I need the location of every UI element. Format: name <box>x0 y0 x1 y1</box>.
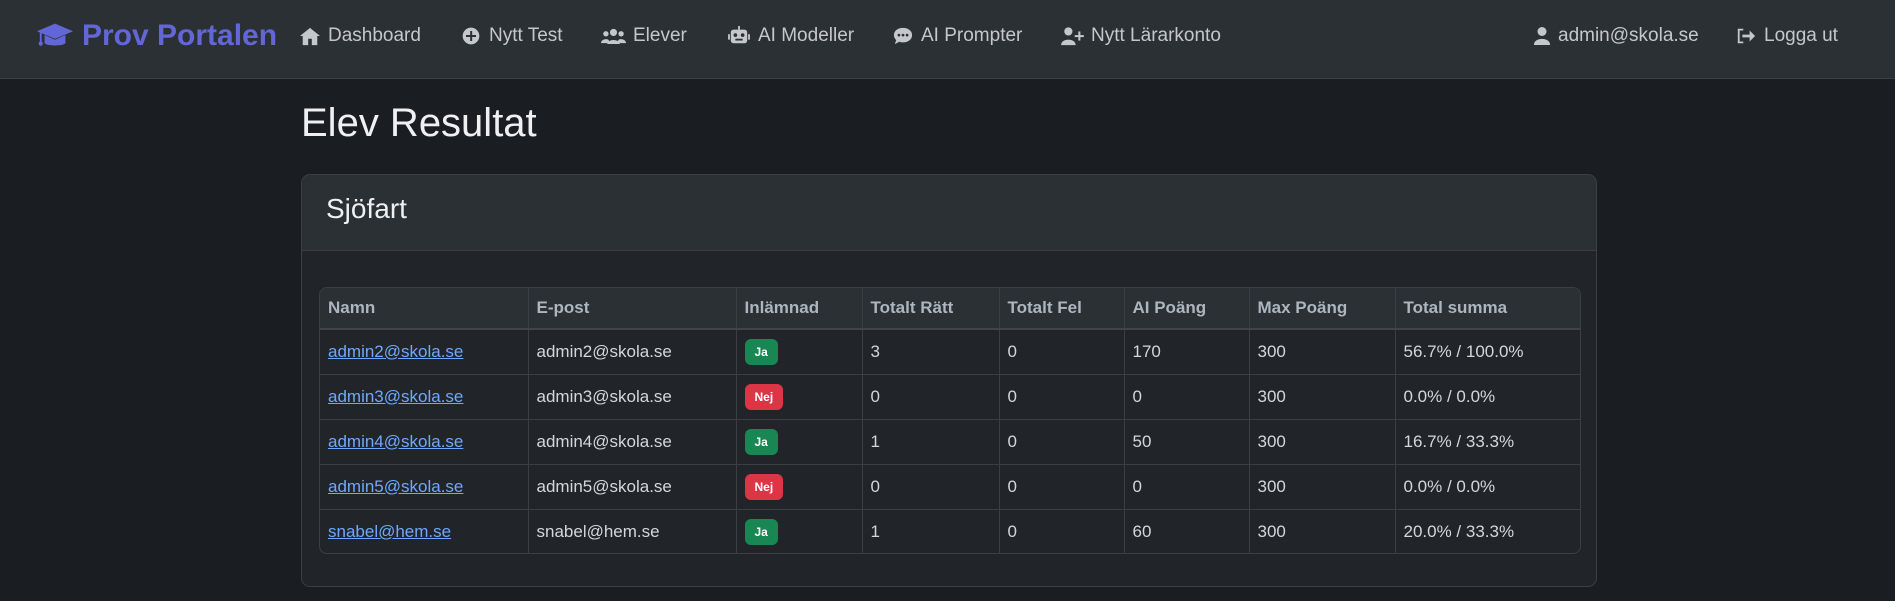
table-row: admin4@skola.se admin4@skola.se Ja 1 0 5… <box>320 418 1580 464</box>
nav-user[interactable]: admin@skola.se <box>1533 22 1699 50</box>
results-card: Sjöfart Namn E-post Inlämnad Totalt Rätt… <box>301 174 1597 587</box>
cell-submitted: Ja <box>736 508 863 553</box>
column-header-inlamnad: Inlämnad <box>736 288 863 330</box>
cell-name: admin2@skola.se <box>320 329 529 374</box>
home-icon <box>300 27 320 46</box>
table-row: admin2@skola.se admin2@skola.se Ja 3 0 1… <box>320 329 1580 374</box>
submitted-badge: Ja <box>744 428 778 455</box>
cell-total: 56.7% / 100.0% <box>1403 341 1524 361</box>
table-row: admin3@skola.se admin3@skola.se Nej 0 0 … <box>320 373 1580 419</box>
table-header-row: Namn E-post Inlämnad Totalt Rätt Totalt … <box>320 288 1580 330</box>
nav-item-label: Elever <box>633 25 687 46</box>
cell-submitted: Ja <box>736 329 863 374</box>
brand-link[interactable]: Prov Portalen <box>36 18 277 54</box>
column-header-e-post: E-post <box>528 288 737 330</box>
users-icon <box>601 28 626 45</box>
card-title: Sjöfart <box>302 175 1596 251</box>
submitted-badge: Ja <box>744 518 778 545</box>
student-link[interactable]: admin2@skola.se <box>328 342 463 361</box>
cell-ai-points: 170 <box>1124 329 1250 374</box>
comment-dots-icon <box>893 27 913 45</box>
column-header-totalt-fel: Totalt Fel <box>999 288 1125 330</box>
nav-item-nytt-test[interactable]: Nytt Test <box>460 22 563 50</box>
logout-link[interactable]: Logga ut <box>1735 22 1838 50</box>
cell-email: admin3@skola.se <box>528 373 737 419</box>
student-link[interactable]: admin5@skola.se <box>328 477 463 496</box>
nav-item-nytt-lararkonto[interactable]: Nytt Lärarkonto <box>1060 22 1221 50</box>
cell-wrong: 0 <box>999 329 1125 374</box>
cell-total: 0.0% / 0.0% <box>1395 463 1580 509</box>
cell-email: admin4@skola.se <box>528 418 737 464</box>
plus-circle-icon <box>462 27 480 45</box>
column-header-total-summa: Total summa <box>1395 288 1580 330</box>
page-title: Elev Resultat <box>301 101 537 145</box>
cell-submitted: Nej <box>736 373 863 419</box>
table-row: admin5@skola.se admin5@skola.se Nej 0 0 … <box>320 463 1580 509</box>
cell-correct: 0 <box>862 373 1000 419</box>
column-header-max-poang: Max Poäng <box>1249 288 1396 330</box>
cell-email: admin2@skola.se <box>528 329 737 374</box>
cell-max-points: 300 <box>1249 373 1396 419</box>
cell-submitted: Nej <box>736 463 863 509</box>
nav-item-label: AI Modeller <box>758 25 855 46</box>
logout-label: Logga ut <box>1764 25 1838 46</box>
cell-correct: 3 <box>862 329 1000 374</box>
table-row: snabel@hem.se snabel@hem.se Ja 1 0 60 30… <box>320 508 1580 553</box>
cell-wrong: 0 <box>999 373 1125 419</box>
submitted-badge: Nej <box>744 383 784 410</box>
cell-wrong: 0 <box>999 418 1125 464</box>
cell-total: 16.7% / 33.3% <box>1395 418 1580 464</box>
cell-submitted: Ja <box>736 418 863 464</box>
student-link[interactable]: admin3@skola.se <box>328 387 463 406</box>
cell-max-points: 300 <box>1249 463 1396 509</box>
cell-total: 20.0% / 33.3% <box>1395 508 1580 553</box>
user-icon <box>1533 27 1551 45</box>
robot-icon <box>728 26 750 44</box>
cell-ai-points: 0 <box>1124 373 1250 419</box>
cell-total: 0.0% / 0.0% <box>1395 373 1580 419</box>
cell-correct: 1 <box>862 418 1000 464</box>
nav-item-label: Nytt Test <box>489 25 563 46</box>
cell-name: admin5@skola.se <box>320 463 529 509</box>
cell-max-points: 300 <box>1249 329 1396 374</box>
column-header-totalt-ratt: Totalt Rätt <box>862 288 1000 330</box>
results-table: Namn E-post Inlämnad Totalt Rätt Totalt … <box>320 288 1580 553</box>
nav-item-label: AI Prompter <box>921 25 1023 46</box>
cell-max-points: 300 <box>1249 508 1396 553</box>
cell-wrong: 0 <box>999 508 1125 553</box>
nav-item-dashboard[interactable]: Dashboard <box>299 22 421 50</box>
cell-name: admin3@skola.se <box>320 373 529 419</box>
cell-email: snabel@hem.se <box>528 508 737 553</box>
cell-ai-points: 60 <box>1124 508 1250 553</box>
column-header-ai-poang: AI Poäng <box>1124 288 1250 330</box>
sign-out-icon <box>1737 28 1756 44</box>
cell-wrong: 0 <box>999 463 1125 509</box>
nav-item-elever[interactable]: Elever <box>601 22 687 50</box>
nav-item-label: Dashboard <box>328 25 421 46</box>
top-navbar: Prov Portalen Dashboard Nytt Test Elever <box>0 0 1895 79</box>
nav-item-ai-prompter[interactable]: AI Prompter <box>892 22 1022 50</box>
nav-user-label: admin@skola.se <box>1558 25 1699 46</box>
cell-name: admin4@skola.se <box>320 418 529 464</box>
column-header-namn: Namn <box>320 288 529 330</box>
student-link[interactable]: snabel@hem.se <box>328 522 451 541</box>
cell-correct: 1 <box>862 508 1000 553</box>
student-link[interactable]: admin4@skola.se <box>328 432 463 451</box>
submitted-badge: Nej <box>744 473 784 500</box>
user-plus-icon <box>1061 27 1084 46</box>
graduation-cap-icon <box>36 23 74 46</box>
cell-ai-points: 50 <box>1124 418 1250 464</box>
cell-ai-points: 0 <box>1124 463 1250 509</box>
submitted-badge: Ja <box>744 338 778 365</box>
results-table-container: Namn E-post Inlämnad Totalt Rätt Totalt … <box>319 287 1581 554</box>
cell-name: snabel@hem.se <box>320 508 529 553</box>
cell-email: admin5@skola.se <box>528 463 737 509</box>
brand-label: Prov Portalen <box>82 19 278 52</box>
cell-correct: 0 <box>862 463 1000 509</box>
nav-item-ai-modeller[interactable]: AI Modeller <box>727 22 854 50</box>
nav-item-label: Nytt Lärarkonto <box>1091 25 1221 46</box>
cell-max-points: 300 <box>1249 418 1396 464</box>
